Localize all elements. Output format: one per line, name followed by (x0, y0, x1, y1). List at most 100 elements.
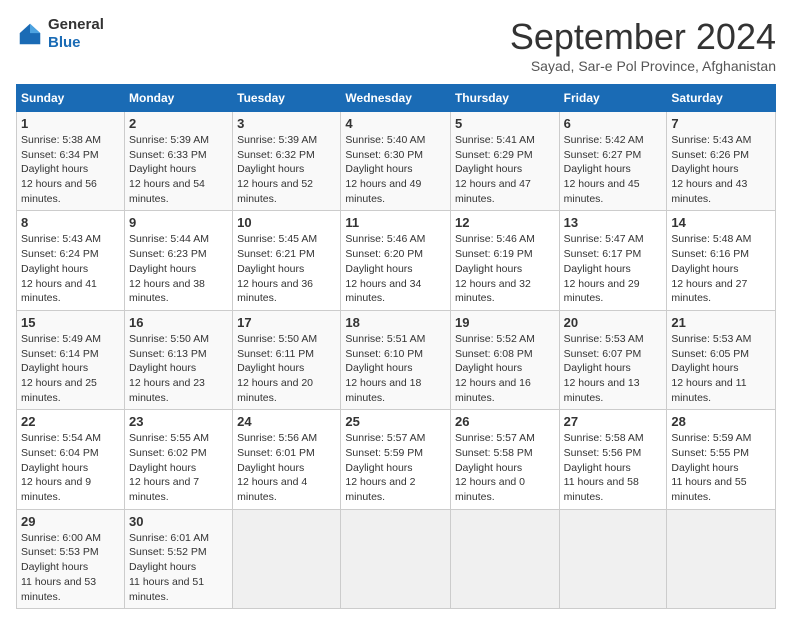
day-info: Sunrise: 5:53 AMSunset: 6:05 PMDaylight … (671, 332, 771, 405)
day-number: 1 (21, 116, 120, 131)
day-number: 30 (129, 514, 228, 529)
day-number: 5 (455, 116, 555, 131)
day-number: 28 (671, 414, 771, 429)
weekday-header: Sunday (17, 85, 125, 112)
day-number: 22 (21, 414, 120, 429)
day-info: Sunrise: 5:48 AMSunset: 6:16 PMDaylight … (671, 232, 771, 305)
calendar-week-row: 1 Sunrise: 5:38 AMSunset: 6:34 PMDaylight… (17, 112, 776, 211)
calendar-cell: 5 Sunrise: 5:41 AMSunset: 6:29 PMDaylight… (450, 112, 559, 211)
day-number: 6 (564, 116, 663, 131)
day-info: Sunrise: 5:58 AMSunset: 5:56 PMDaylight … (564, 431, 663, 504)
day-number: 14 (671, 215, 771, 230)
weekday-header-row: SundayMondayTuesdayWednesdayThursdayFrid… (17, 85, 776, 112)
day-info: Sunrise: 5:54 AMSunset: 6:04 PMDaylight … (21, 431, 120, 504)
day-info: Sunrise: 5:39 AMSunset: 6:33 PMDaylight … (129, 133, 228, 206)
day-info: Sunrise: 5:45 AMSunset: 6:21 PMDaylight … (237, 232, 336, 305)
day-number: 19 (455, 315, 555, 330)
day-number: 23 (129, 414, 228, 429)
calendar-cell: 4Sunrise: 5:40 AMSunset: 6:30 PMDaylight… (341, 112, 451, 211)
day-info: Sunrise: 5:43 AMSunset: 6:24 PMDaylight … (21, 232, 120, 305)
calendar-cell: 7Sunrise: 5:43 AMSunset: 6:26 PMDaylight… (667, 112, 776, 211)
day-number: 7 (671, 116, 771, 131)
calendar-cell: 29 Sunrise: 6:00 AMSunset: 5:53 PMDayligh… (17, 509, 125, 608)
weekday-header: Saturday (667, 85, 776, 112)
day-info: Sunrise: 5:57 AMSunset: 5:59 PMDaylight … (345, 431, 446, 504)
calendar-cell: 24 Sunrise: 5:56 AMSunset: 6:01 PMDayligh… (233, 410, 341, 509)
day-number: 10 (237, 215, 336, 230)
day-number: 20 (564, 315, 663, 330)
day-info: Sunrise: 5:49 AMSunset: 6:14 PMDaylight … (21, 332, 120, 405)
calendar-cell: 26Sunrise: 5:57 AMSunset: 5:58 PMDayligh… (450, 410, 559, 509)
calendar-cell: 21 Sunrise: 5:53 AMSunset: 6:05 PMDayligh… (667, 310, 776, 409)
logo-icon (16, 20, 44, 48)
day-info: Sunrise: 5:41 AMSunset: 6:29 PMDaylight … (455, 133, 555, 206)
day-number: 4 (345, 116, 446, 131)
title-area: September 2024 Sayad, Sar-e Pol Province… (510, 16, 776, 74)
day-info: Sunrise: 5:42 AMSunset: 6:27 PMDaylight … (564, 133, 663, 206)
calendar-cell: 13 Sunrise: 5:47 AMSunset: 6:17 PMDayligh… (559, 211, 667, 310)
calendar-cell: 6 Sunrise: 5:42 AMSunset: 6:27 PMDaylight… (559, 112, 667, 211)
day-info: Sunrise: 5:44 AMSunset: 6:23 PMDaylight … (129, 232, 228, 305)
calendar-week-row: 29 Sunrise: 6:00 AMSunset: 5:53 PMDayligh… (17, 509, 776, 608)
calendar-cell: 23 Sunrise: 5:55 AMSunset: 6:02 PMDayligh… (125, 410, 233, 509)
calendar-cell: 18 Sunrise: 5:51 AMSunset: 6:10 PMDayligh… (341, 310, 451, 409)
day-number: 29 (21, 514, 120, 529)
weekday-header: Tuesday (233, 85, 341, 112)
calendar-week-row: 8 Sunrise: 5:43 AMSunset: 6:24 PMDaylight… (17, 211, 776, 310)
day-number: 8 (21, 215, 120, 230)
calendar-table: SundayMondayTuesdayWednesdayThursdayFrid… (16, 84, 776, 609)
day-number: 11 (345, 215, 446, 230)
day-info: Sunrise: 5:47 AMSunset: 6:17 PMDaylight … (564, 232, 663, 305)
weekday-header: Friday (559, 85, 667, 112)
day-info: Sunrise: 5:56 AMSunset: 6:01 PMDaylight … (237, 431, 336, 504)
day-number: 15 (21, 315, 120, 330)
day-number: 3 (237, 116, 336, 131)
calendar-cell (450, 509, 559, 608)
calendar-week-row: 22 Sunrise: 5:54 AMSunset: 6:04 PMDayligh… (17, 410, 776, 509)
calendar-cell (667, 509, 776, 608)
day-number: 9 (129, 215, 228, 230)
day-info: Sunrise: 5:46 AMSunset: 6:19 PMDaylight … (455, 232, 555, 305)
calendar-cell: 12Sunrise: 5:46 AMSunset: 6:19 PMDayligh… (450, 211, 559, 310)
calendar-cell (233, 509, 341, 608)
day-info: Sunrise: 5:51 AMSunset: 6:10 PMDaylight … (345, 332, 446, 405)
month-title: September 2024 (510, 16, 776, 58)
calendar-cell (341, 509, 451, 608)
day-number: 18 (345, 315, 446, 330)
day-info: Sunrise: 5:38 AMSunset: 6:34 PMDaylight … (21, 133, 120, 206)
day-number: 27 (564, 414, 663, 429)
day-info: Sunrise: 6:01 AMSunset: 5:52 PMDaylight … (129, 531, 228, 604)
day-number: 24 (237, 414, 336, 429)
day-number: 26 (455, 414, 555, 429)
calendar-cell: 17 Sunrise: 5:50 AMSunset: 6:11 PMDayligh… (233, 310, 341, 409)
calendar-cell: 2Sunrise: 5:39 AMSunset: 6:33 PMDaylight… (125, 112, 233, 211)
logo: General Blue (16, 16, 104, 52)
calendar-cell: 27 Sunrise: 5:58 AMSunset: 5:56 PMDayligh… (559, 410, 667, 509)
day-info: Sunrise: 5:52 AMSunset: 6:08 PMDaylight … (455, 332, 555, 405)
calendar-cell: 19 Sunrise: 5:52 AMSunset: 6:08 PMDayligh… (450, 310, 559, 409)
location-title: Sayad, Sar-e Pol Province, Afghanistan (510, 58, 776, 74)
day-info: Sunrise: 6:00 AMSunset: 5:53 PMDaylight … (21, 531, 120, 604)
calendar-cell: 3Sunrise: 5:39 AMSunset: 6:32 PMDaylight… (233, 112, 341, 211)
calendar-week-row: 15 Sunrise: 5:49 AMSunset: 6:14 PMDayligh… (17, 310, 776, 409)
calendar-cell: 16Sunrise: 5:50 AMSunset: 6:13 PMDayligh… (125, 310, 233, 409)
calendar-cell: 20 Sunrise: 5:53 AMSunset: 6:07 PMDayligh… (559, 310, 667, 409)
day-number: 13 (564, 215, 663, 230)
day-info: Sunrise: 5:55 AMSunset: 6:02 PMDaylight … (129, 431, 228, 504)
day-info: Sunrise: 5:50 AMSunset: 6:13 PMDaylight … (129, 332, 228, 405)
calendar-cell (559, 509, 667, 608)
weekday-header: Wednesday (341, 85, 451, 112)
day-info: Sunrise: 5:53 AMSunset: 6:07 PMDaylight … (564, 332, 663, 405)
calendar-cell: 8 Sunrise: 5:43 AMSunset: 6:24 PMDaylight… (17, 211, 125, 310)
day-number: 21 (671, 315, 771, 330)
calendar-cell: 14 Sunrise: 5:48 AMSunset: 6:16 PMDayligh… (667, 211, 776, 310)
day-info: Sunrise: 5:50 AMSunset: 6:11 PMDaylight … (237, 332, 336, 405)
day-number: 25 (345, 414, 446, 429)
header: General Blue September 2024 Sayad, Sar-e… (16, 16, 776, 74)
calendar-cell: 28Sunrise: 5:59 AMSunset: 5:55 PMDayligh… (667, 410, 776, 509)
day-number: 17 (237, 315, 336, 330)
calendar-cell: 15 Sunrise: 5:49 AMSunset: 6:14 PMDayligh… (17, 310, 125, 409)
day-info: Sunrise: 5:46 AMSunset: 6:20 PMDaylight … (345, 232, 446, 305)
logo-general: General (48, 16, 104, 33)
weekday-header: Monday (125, 85, 233, 112)
